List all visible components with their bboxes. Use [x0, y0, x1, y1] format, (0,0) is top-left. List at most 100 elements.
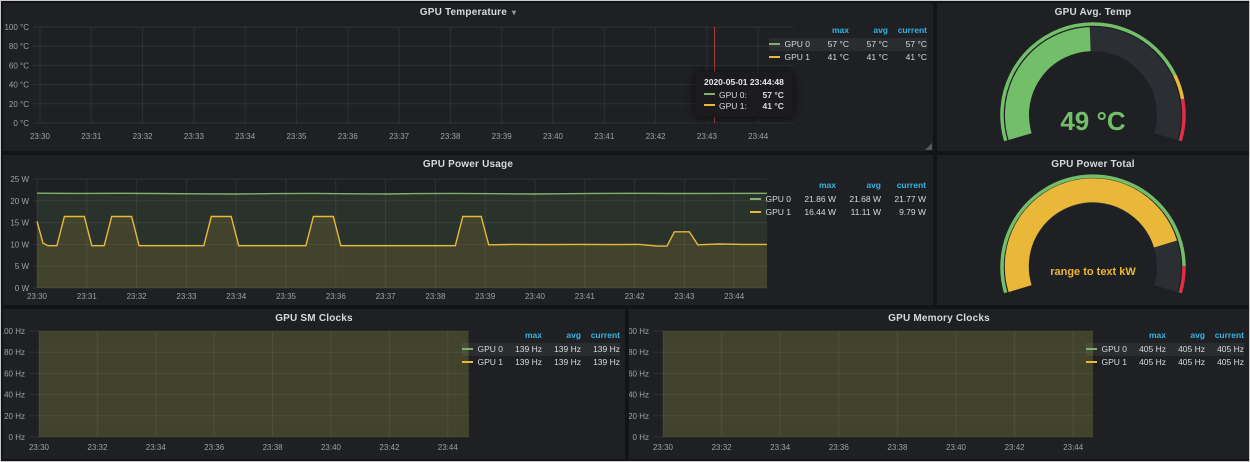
- svg-text:23:38: 23:38: [887, 443, 908, 452]
- svg-text:23:38: 23:38: [425, 292, 446, 301]
- panel-resize-handle[interactable]: [925, 143, 932, 150]
- series-color-dash-icon: [462, 361, 473, 363]
- legend-value: 405 Hz: [1127, 343, 1166, 356]
- legend-header[interactable]: avg: [1166, 329, 1205, 343]
- gpu-power-usage-chart[interactable]: 0 W5 W10 W15 W20 W25 W23:3023:3123:3223:…: [3, 155, 933, 305]
- svg-text:23:40: 23:40: [525, 292, 546, 301]
- legend-series-name[interactable]: GPU 0: [750, 193, 791, 206]
- svg-text:23:38: 23:38: [263, 443, 284, 452]
- tooltip-series-label: GPU 0:: [719, 90, 747, 100]
- tooltip-series-row: GPU 1: 41 °C: [704, 101, 784, 111]
- legend-value: 139 Hz: [581, 343, 620, 356]
- svg-text:40 Hz: 40 Hz: [4, 391, 25, 400]
- legend-value: 57 °C: [849, 38, 888, 51]
- series-color-dash-icon: [769, 43, 780, 45]
- series-plot-area: [39, 309, 469, 437]
- svg-text:23:43: 23:43: [674, 292, 695, 301]
- chart-tooltip: 2020-05-01 23:44:48 GPU 0:57 °CGPU 1:41 …: [695, 72, 793, 117]
- svg-text:23:36: 23:36: [326, 292, 347, 301]
- legend-value: 21.77 W: [881, 193, 926, 206]
- gpu-sm-clocks-legend: maxavgcurrentGPU 0139 Hz139 Hz139 HzGPU …: [462, 329, 620, 369]
- panel-title-text: GPU Avg. Temp: [1055, 7, 1132, 18]
- series-color-dash-icon: [462, 348, 473, 350]
- svg-text:23:35: 23:35: [286, 132, 307, 141]
- legend-header[interactable]: avg: [849, 24, 888, 38]
- panel-title-gpu-power-usage[interactable]: GPU Power Usage: [3, 159, 933, 170]
- svg-text:20 Hz: 20 Hz: [629, 412, 649, 421]
- legend-series-name[interactable]: GPU 0: [1086, 343, 1127, 356]
- svg-text:23:31: 23:31: [77, 292, 98, 301]
- panel-title-gpu-sm-clocks[interactable]: GPU SM Clocks: [3, 313, 625, 324]
- legend-header[interactable]: current: [881, 179, 926, 193]
- svg-text:23:34: 23:34: [770, 443, 791, 452]
- svg-text:25 W: 25 W: [10, 175, 29, 184]
- svg-text:40 °C: 40 °C: [9, 81, 29, 90]
- panel-gpu-avg-temp: GPU Avg. Temp 49 °C: [937, 3, 1249, 151]
- grid-lines: [33, 27, 794, 123]
- legend-value: 41 °C: [888, 51, 927, 64]
- svg-text:23:37: 23:37: [376, 292, 397, 301]
- legend-row: GPU 1405 Hz405 Hz405 Hz: [1086, 356, 1244, 369]
- legend-header[interactable]: avg: [836, 179, 881, 193]
- legend-series-name[interactable]: GPU 1: [462, 356, 503, 369]
- svg-text:23:34: 23:34: [146, 443, 167, 452]
- svg-text:100 Hz: 100 Hz: [3, 327, 25, 336]
- series-fill: [39, 309, 469, 437]
- panel-title-gpu-power-total[interactable]: GPU Power Total: [937, 159, 1249, 170]
- legend-header[interactable]: max: [810, 24, 849, 38]
- series-color-dash-icon: [750, 211, 761, 213]
- panel-title-text: GPU Temperature: [420, 7, 507, 18]
- svg-text:23:36: 23:36: [204, 443, 225, 452]
- svg-text:100 Hz: 100 Hz: [629, 327, 649, 336]
- svg-text:60 Hz: 60 Hz: [4, 369, 25, 378]
- legend-series-name[interactable]: GPU 0: [769, 38, 810, 51]
- series-color-dash-icon: [704, 104, 715, 106]
- panel-title-gpu-temperature[interactable]: GPU Temperature ▾: [3, 7, 933, 18]
- svg-text:23:40: 23:40: [946, 443, 967, 452]
- panel-menu-caret-icon[interactable]: ▾: [512, 8, 516, 17]
- svg-text:23:38: 23:38: [440, 132, 461, 141]
- legend-value: 405 Hz: [1205, 343, 1244, 356]
- legend-value: 139 Hz: [503, 343, 542, 356]
- panel-title-text: GPU Power Total: [1051, 159, 1134, 170]
- series-color-dash-icon: [769, 56, 780, 58]
- legend-header[interactable]: max: [503, 329, 542, 343]
- panel-gpu-power-total: GPU Power Total range to text kW: [937, 155, 1249, 305]
- grafana-dashboard: GPU Temperature▾ 0 °C20 °C40 °C60 °C80 °…: [0, 0, 1250, 462]
- series-color-dash-icon: [704, 93, 715, 95]
- tooltip-series-value: 41 °C: [763, 101, 784, 111]
- panel-gpu-power-usage: GPU Power Usage 0 W5 W10 W15 W20 W25 W23…: [3, 155, 933, 305]
- legend-header[interactable]: max: [1127, 329, 1166, 343]
- series-fill: [663, 309, 1094, 437]
- panel-title-gpu-memory-clocks[interactable]: GPU Memory Clocks: [629, 313, 1249, 324]
- legend-value: 11.11 W: [836, 206, 881, 219]
- panel-title-gpu-avg-temp[interactable]: GPU Avg. Temp: [937, 7, 1249, 18]
- svg-text:40 Hz: 40 Hz: [629, 391, 649, 400]
- gpu-memory-clocks-legend: maxavgcurrentGPU 0405 Hz405 Hz405 HzGPU …: [1086, 329, 1244, 369]
- legend-header[interactable]: current: [1205, 329, 1244, 343]
- legend-value: 139 Hz: [581, 356, 620, 369]
- gauge-value-text: range to text kW: [1050, 266, 1136, 278]
- legend-row: GPU 021.86 W21.68 W21.77 W: [750, 193, 926, 206]
- svg-text:20 °C: 20 °C: [9, 100, 29, 109]
- legend-header[interactable]: avg: [542, 329, 581, 343]
- legend-series-name[interactable]: GPU 1: [769, 51, 810, 64]
- legend-value: 139 Hz: [542, 356, 581, 369]
- legend-series-name[interactable]: GPU 1: [750, 206, 791, 219]
- tooltip-series-label: GPU 1:: [719, 101, 747, 111]
- svg-text:0 Hz: 0 Hz: [633, 433, 649, 442]
- legend-header[interactable]: max: [791, 179, 836, 193]
- svg-text:23:33: 23:33: [184, 132, 205, 141]
- legend-header[interactable]: current: [888, 24, 927, 38]
- legend-series-name[interactable]: GPU 0: [462, 343, 503, 356]
- legend-header[interactable]: current: [581, 329, 620, 343]
- gpu-power-total-gauge: range to text kW: [937, 155, 1249, 305]
- svg-text:23:30: 23:30: [27, 292, 48, 301]
- panel-title-text: GPU Power Usage: [423, 159, 513, 170]
- svg-text:23:30: 23:30: [30, 132, 51, 141]
- svg-text:23:42: 23:42: [646, 132, 667, 141]
- panel-title-text: GPU SM Clocks: [275, 313, 353, 324]
- gpu-temperature-legend: maxavgcurrentGPU 057 °C57 °C57 °CGPU 141…: [769, 24, 927, 64]
- legend-series-name[interactable]: GPU 1: [1086, 356, 1127, 369]
- svg-text:23:34: 23:34: [226, 292, 247, 301]
